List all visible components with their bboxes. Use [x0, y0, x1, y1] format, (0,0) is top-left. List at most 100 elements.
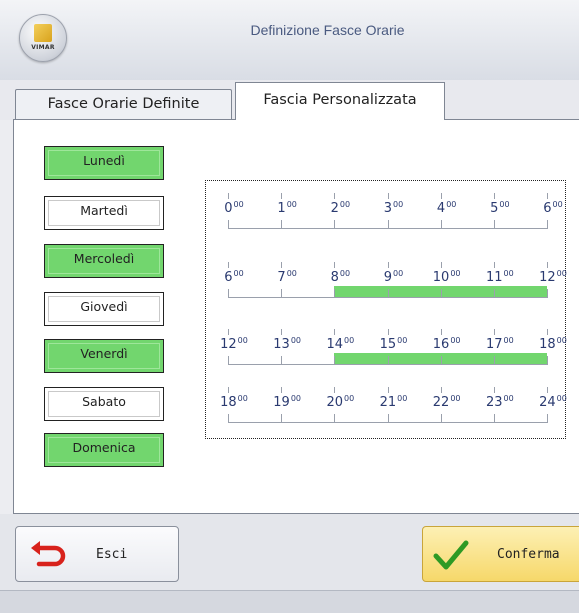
minutes-suffix: 00	[237, 336, 248, 345]
hour-tick	[440, 262, 442, 268]
hour-tick	[387, 289, 389, 298]
tab-custom-schedule[interactable]: Fascia Personalizzata	[235, 82, 445, 120]
hour-tick	[281, 193, 283, 199]
hour-label: 300	[384, 200, 403, 216]
day-label: Giovedì	[80, 299, 128, 314]
checkmark-icon	[433, 540, 469, 570]
hour-tick	[547, 220, 548, 229]
day-label: Venerdì	[80, 346, 128, 361]
hour-label: 500	[490, 200, 509, 216]
hour-tick	[334, 220, 336, 229]
exit-button-label: Esci	[96, 547, 128, 562]
hour-tick	[440, 329, 442, 335]
hour-tick	[493, 356, 495, 365]
hour-tick	[281, 356, 283, 365]
minutes-suffix: 00	[556, 269, 567, 278]
hour-value: 4	[436, 201, 446, 216]
hour-label: 1800	[539, 336, 567, 352]
hour-tick	[281, 414, 283, 423]
confirm-button-label: Conferma	[497, 547, 560, 562]
minutes-suffix: 00	[233, 269, 244, 278]
hour-tick	[334, 414, 336, 423]
minutes-suffix: 00	[286, 269, 297, 278]
hour-tick	[547, 387, 548, 393]
hour-label: 1500	[380, 336, 408, 352]
hour-value: 18	[539, 337, 556, 352]
hour-value: 3	[383, 201, 393, 216]
hour-value: 13	[273, 337, 290, 352]
undo-arrow-icon	[31, 541, 66, 567]
minutes-suffix: 00	[393, 200, 404, 209]
hour-tick	[228, 387, 229, 393]
minutes-suffix: 00	[397, 394, 408, 403]
hour-value: 1	[277, 201, 286, 216]
hour-label: 1100	[486, 269, 514, 285]
day-button-monday[interactable]: Lunedì	[44, 146, 164, 180]
hour-tick	[440, 387, 442, 393]
minutes-suffix: 00	[397, 336, 408, 345]
hour-tick	[547, 289, 548, 298]
hour-tick	[493, 289, 495, 298]
hour-tick	[493, 262, 495, 268]
hour-tick	[228, 262, 229, 268]
hour-label: 1000	[433, 269, 461, 285]
hour-value: 19	[273, 395, 290, 410]
hour-tick	[228, 414, 229, 423]
minutes-suffix: 00	[556, 336, 567, 345]
hour-value: 22	[432, 395, 450, 410]
hour-label: 600	[543, 200, 562, 216]
hour-label: 1600	[433, 336, 461, 352]
hour-value: 11	[485, 270, 503, 285]
hour-tick	[334, 329, 336, 335]
hour-label: 2200	[433, 394, 461, 410]
day-button-sunday[interactable]: Domenica	[44, 433, 164, 467]
hour-tick	[547, 329, 548, 335]
hour-label: 2400	[539, 394, 567, 410]
hour-tick	[387, 193, 389, 199]
hour-value: 23	[485, 395, 503, 410]
minutes-suffix: 00	[237, 394, 248, 403]
minutes-suffix: 00	[290, 394, 302, 403]
hour-tick	[440, 414, 442, 423]
hour-label: 100	[277, 200, 296, 216]
minutes-suffix: 00	[556, 394, 567, 403]
minutes-suffix: 00	[339, 200, 351, 209]
hour-label: 900	[384, 269, 403, 285]
hour-tick	[281, 262, 283, 268]
minutes-suffix: 00	[499, 200, 510, 209]
hour-tick	[334, 356, 336, 365]
hour-value: 17	[485, 337, 503, 352]
title-bar: VIMAR Definizione Fasce Orarie	[0, 0, 579, 81]
hour-tick	[547, 193, 548, 199]
hour-value: 16	[432, 337, 450, 352]
day-button-wednesday[interactable]: Mercoledì	[44, 244, 164, 278]
hour-value: 15	[379, 337, 397, 352]
hour-label: 200	[331, 200, 350, 216]
hour-value: 12	[539, 270, 556, 285]
hour-label: 600	[224, 269, 243, 285]
exit-button[interactable]: Esci	[15, 526, 179, 582]
hour-tick	[387, 220, 389, 229]
hour-tick	[493, 387, 495, 393]
hour-tick	[334, 262, 336, 268]
window-title: Definizione Fasce Orarie	[250, 22, 405, 38]
hour-tick	[228, 193, 229, 199]
confirm-button[interactable]: Conferma	[422, 526, 579, 582]
hour-label: 800	[331, 269, 350, 285]
hour-value: 7	[277, 270, 286, 285]
hour-value: 6	[543, 201, 552, 216]
minutes-suffix: 00	[393, 269, 404, 278]
hour-value: 18	[220, 395, 237, 410]
hour-label: 1900	[273, 394, 301, 410]
day-button-thursday[interactable]: Giovedì	[44, 292, 164, 326]
day-button-friday[interactable]: Venerdì	[44, 339, 164, 373]
day-button-tuesday[interactable]: Martedì	[44, 196, 164, 230]
hour-tick	[493, 220, 495, 229]
hour-tick	[228, 329, 229, 335]
minutes-suffix: 00	[450, 269, 461, 278]
day-button-saturday[interactable]: Sabato	[44, 387, 164, 421]
hour-value: 14	[326, 337, 344, 352]
hour-tick	[334, 387, 336, 393]
tab-defined-schedules[interactable]: Fasce Orarie Definite	[15, 89, 232, 119]
hour-value: 21	[379, 395, 397, 410]
